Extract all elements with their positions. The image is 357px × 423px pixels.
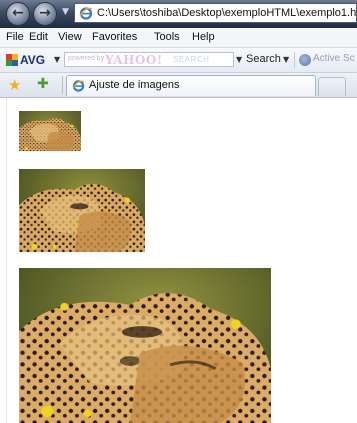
menu-view[interactable]: View [58,31,82,43]
active-icon [299,54,311,66]
address-text[interactable]: C:\Users\toshiba\Desktop\exemploHTML\exe… [97,7,357,19]
ie-tab-icon [72,80,85,92]
avg-logo-icon [6,54,18,66]
tab-divider [62,76,63,94]
avg-dropdown-icon[interactable]: ▼ [54,55,60,64]
favorites-star-icon[interactable]: ★ [8,76,21,94]
back-button[interactable]: ← [6,2,30,26]
avg-toolbar: AVG ▼ powered by YAHOO! SEARCH ▼ Search … [0,48,357,73]
cheetah-image-large [19,268,271,423]
menu-favorites[interactable]: Favorites [92,31,137,43]
yahoo-search-placeholder: SEARCH [173,55,210,64]
avg-label[interactable]: AVG [20,53,45,67]
address-bar[interactable]: C:\Users\toshiba\Desktop\exemploHTML\exe… [74,3,357,23]
forward-button[interactable]: → [33,2,57,26]
menu-file[interactable]: File [6,31,24,43]
menu-edit[interactable]: Edit [29,31,48,43]
add-favorites-icon[interactable]: ✚ [37,76,49,92]
yahoo-search-input[interactable]: powered by YAHOO! SEARCH [64,52,234,67]
tab-bar: ★ ✚ Ajuste de imagens [0,73,357,98]
menu-bar: File Edit View Favorites Tools Help [0,28,357,48]
menu-help[interactable]: Help [192,31,215,43]
menu-tools[interactable]: Tools [154,31,180,43]
yahoo-dropdown-icon[interactable]: ▼ [236,55,242,64]
tab-ajuste-de-imagens[interactable]: Ajuste de imagens [66,75,316,96]
back-icon: ← [12,5,24,21]
history-dropdown-icon[interactable]: ▼ [62,7,69,17]
cheetah-image-small [19,111,81,151]
title-bar: ← → ▼ C:\Users\toshiba\Desktop\exemploHT… [0,0,357,28]
yahoo-logo: YAHOO! [105,53,163,67]
yahoo-powered-text: powered by [68,55,105,62]
forward-icon: → [39,5,51,21]
toolbar-separator [294,52,295,68]
search-dropdown-icon[interactable]: ▼ [283,55,289,64]
window-left-edge [0,98,7,423]
cheetah-image-medium [19,169,145,252]
active-label[interactable]: Active Sc [313,53,355,64]
ie-icon [79,7,93,20]
new-tab-button[interactable] [318,77,346,96]
tab-label: Ajuste de imagens [89,79,180,91]
search-button[interactable]: Search [246,53,281,65]
